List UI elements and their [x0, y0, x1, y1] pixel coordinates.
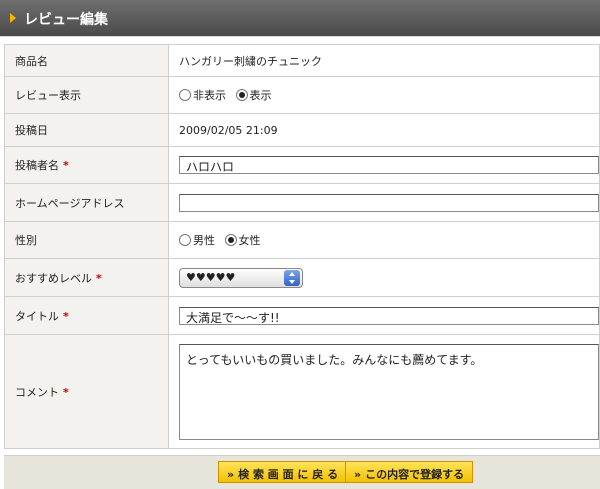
radio-female[interactable]: [224, 234, 237, 246]
recommend-label: おすすめレベル *: [4, 258, 169, 297]
row-title: タイトル * 大満足で〜〜す!!: [4, 296, 600, 335]
required-mark: *: [63, 385, 69, 399]
page-title: レビュー編集: [24, 12, 108, 28]
gender-female-option[interactable]: 女性: [224, 232, 261, 248]
radio-show[interactable]: [235, 89, 248, 101]
poster-name-input[interactable]: ハロハロ: [179, 156, 599, 174]
review-display-label: レビュー表示: [4, 76, 169, 114]
title-input[interactable]: 大満足で〜〜す!!: [179, 306, 599, 325]
row-posted-date: 投稿日 2009/02/05 21:09: [4, 113, 600, 147]
product-value: ハンガリー刺繍のチュニック: [168, 44, 600, 77]
chevron-right-icon: »: [227, 468, 235, 481]
radio-male[interactable]: [179, 234, 191, 246]
posted-date-label: 投稿日: [4, 113, 169, 147]
review-display-options: 非表示 表示: [168, 76, 600, 114]
homepage-label: ホームページアドレス: [4, 183, 169, 222]
row-homepage: ホームページアドレス: [4, 183, 600, 222]
review-edit-form: 商品名 ハンガリー刺繍のチュニック レビュー表示 非表示 表示 投稿日 2009…: [4, 44, 600, 449]
comment-label: コメント *: [4, 334, 169, 449]
select-arrows-icon: [284, 269, 300, 286]
review-show-option[interactable]: 表示: [235, 87, 272, 103]
homepage-input[interactable]: [179, 193, 599, 212]
row-recommend: おすすめレベル * ♥♥♥♥♥: [4, 258, 600, 297]
radio-hide[interactable]: [179, 89, 191, 101]
recommend-select[interactable]: ♥♥♥♥♥: [179, 267, 303, 288]
form-footer: » 検 索 画 面 に 戻 る » この内容で登録する: [4, 455, 600, 489]
posted-date-value: 2009/02/05 21:09: [168, 113, 600, 147]
required-mark: *: [63, 159, 69, 172]
register-button[interactable]: » この内容で登録する: [345, 461, 474, 483]
page-header: レビュー編集: [0, 0, 600, 37]
chevron-right-icon: »: [354, 468, 362, 481]
product-label: 商品名: [4, 44, 169, 77]
gender-label: 性別: [4, 221, 169, 259]
review-hide-option[interactable]: 非表示: [179, 87, 226, 103]
gender-options: 男性 女性: [168, 221, 600, 259]
row-poster-name: 投稿者名 * ハロハロ: [4, 146, 600, 184]
comment-textarea[interactable]: とってもいいもの買いました。みんなにも薦めてます。: [179, 343, 599, 440]
row-gender: 性別 男性 女性: [4, 221, 600, 259]
required-mark: *: [63, 309, 69, 323]
row-comment: コメント * とってもいいもの買いました。みんなにも薦めてます。: [4, 334, 600, 449]
recommend-selected-value: ♥♥♥♥♥: [186, 270, 236, 284]
back-to-search-button[interactable]: » 検 索 画 面 に 戻 る: [218, 461, 348, 483]
poster-name-label: 投稿者名 *: [4, 146, 169, 184]
title-label: タイトル *: [4, 296, 169, 335]
required-mark: *: [96, 271, 102, 285]
arrow-right-icon: [10, 13, 16, 23]
row-review-display: レビュー表示 非表示 表示: [4, 76, 600, 114]
gender-male-option[interactable]: 男性: [179, 232, 215, 248]
row-product: 商品名 ハンガリー刺繍のチュニック: [4, 44, 600, 77]
